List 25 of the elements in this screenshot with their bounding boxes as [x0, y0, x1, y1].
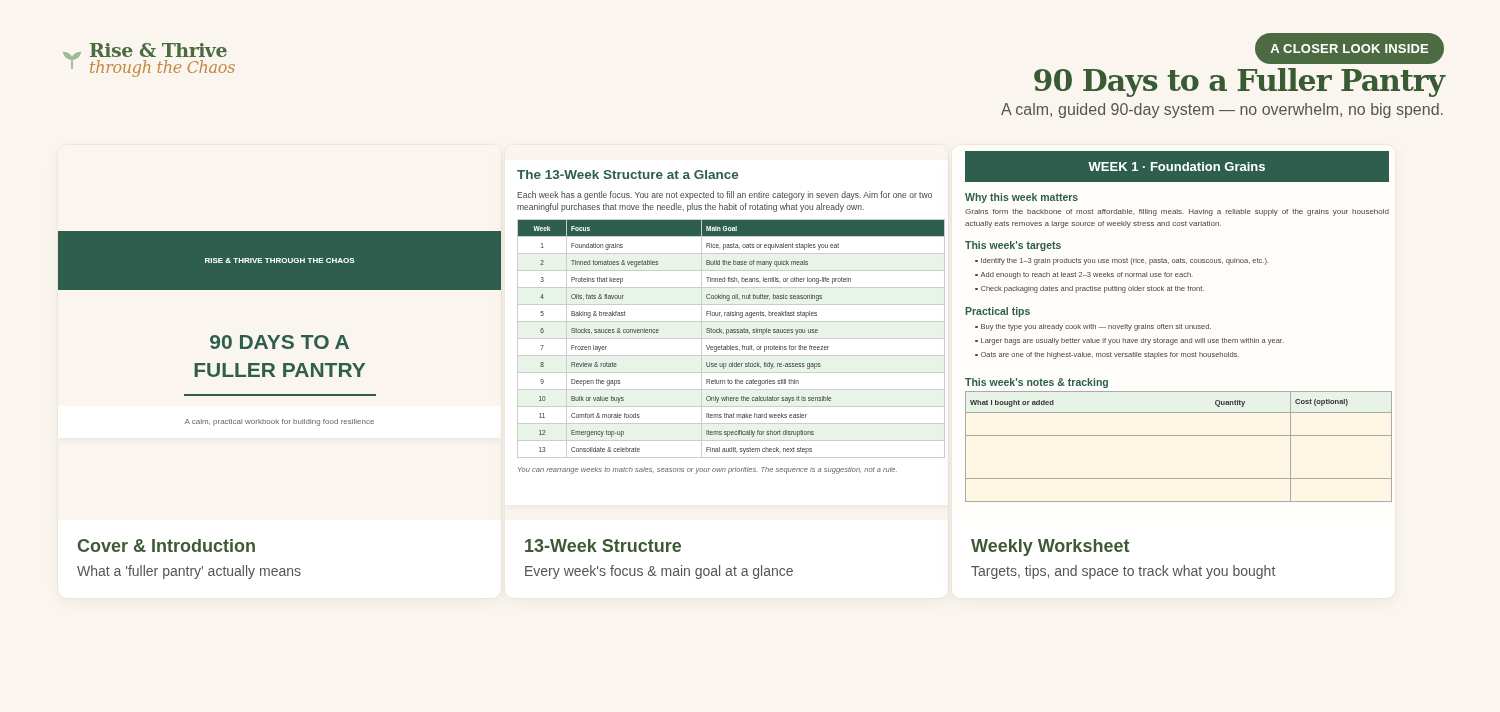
- page-subtitle: A calm, guided 90-day system — no overwhelm, no big spend.: [1001, 101, 1444, 119]
- brand-tagline: through the Chaos: [89, 60, 236, 76]
- section-heading: Why this week matters: [965, 191, 1080, 203]
- card-description: Every week's focus & main goal at a glance: [524, 563, 795, 579]
- preview-card[interactable]: RISE & THRIVE THROUGH THE CHAOS 90 DAYS TO A FULLER PANTRY A calm, practical workbook for building food resilience Cover & Introduction What a 'fuller pantry' actually means: [57, 144, 502, 599]
- card-title: Cover & Introduction: [77, 536, 257, 557]
- document-intro: Each week has a gentle focus. You are not expected to fill an entire category in seven days. Aim for one or two meaningful purchases that move the needle, plus the habit of rotating what you already own.: [517, 189, 934, 213]
- cover-subtitle-strip: A calm, practical workbook for building food resilience: [58, 406, 501, 438]
- card-title: 13-Week Structure: [524, 536, 683, 557]
- card-title: Weekly Worksheet: [971, 536, 1131, 557]
- section-heading: Practical tips: [965, 305, 1032, 317]
- preview-card[interactable]: [504, 144, 949, 599]
- section-heading: This week's targets: [965, 239, 1063, 251]
- page-title: 90 Days to a Fuller Pantry: [1032, 64, 1444, 97]
- section-paragraph: Grains form the backbone of most affordable, filling meals. Having a reliable supply of the grains your household actually eats removes a large source of weekly stress and cost variation.: [965, 206, 1389, 230]
- document-heading: The 13-Week Structure at a Glance: [517, 167, 740, 182]
- card-description: What a 'fuller pantry' actually means: [77, 563, 302, 579]
- brand-name: Rise & Thrive: [89, 41, 227, 60]
- cover-band: RISE & THRIVE THROUGH THE CHAOS: [58, 231, 501, 290]
- section-badge: A CLOSER LOOK INSIDE: [1255, 33, 1444, 64]
- preview-card[interactable]: [951, 144, 1396, 599]
- cover-title: 90 DAYS TO A FULLER PANTRY: [193, 329, 366, 383]
- week-banner: WEEK 1 · Foundation Grains: [965, 151, 1389, 182]
- card-description: Targets, tips, and space to track what you bought: [971, 563, 1277, 579]
- section-heading: This week's notes & tracking: [965, 376, 1110, 388]
